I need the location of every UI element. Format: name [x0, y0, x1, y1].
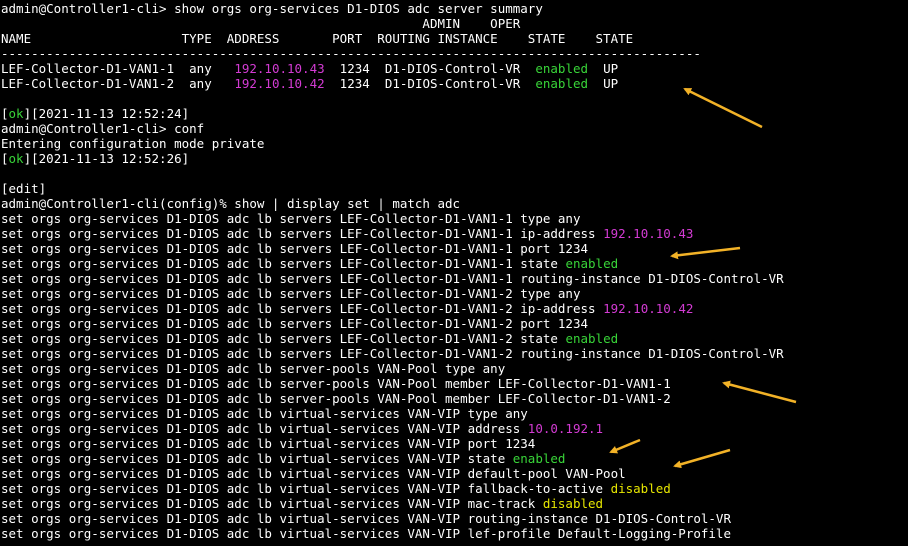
set-line: set orgs org-services D1-DIOS adc lb vir…: [1, 421, 908, 436]
set-line-value: disabled: [542, 496, 604, 511]
summary-row: LEF-Collector-D1-VAN1-1 any 192.10.10.43…: [1, 61, 908, 76]
set-line: set orgs org-services D1-DIOS adc lb ser…: [1, 286, 908, 301]
summary-header-1: ADMIN OPER: [1, 16, 521, 31]
bracket: [: [1, 151, 9, 166]
row-name: LEF-Collector-D1-VAN1-1: [1, 61, 190, 76]
set-line-text: set orgs org-services D1-DIOS adc lb vir…: [1, 526, 731, 541]
summary-row: LEF-Collector-D1-VAN1-2 any 192.10.10.42…: [1, 76, 908, 91]
row-address: 192.10.10.42: [234, 76, 325, 91]
set-line-text: set orgs org-services D1-DIOS adc lb vir…: [1, 466, 626, 481]
set-line: set orgs org-services D1-DIOS adc lb ser…: [1, 241, 908, 256]
set-line-text: set orgs org-services D1-DIOS adc lb vir…: [1, 436, 536, 451]
set-line: set orgs org-services D1-DIOS adc lb ser…: [1, 226, 908, 241]
summary-header-2: NAME TYPE ADDRESS PORT ROUTING INSTANCE …: [1, 31, 634, 46]
set-line: set orgs org-services D1-DIOS adc lb ser…: [1, 391, 908, 406]
match-command: admin@Controller1-cli(config)% show | di…: [1, 196, 461, 211]
set-line: set orgs org-services D1-DIOS adc lb ser…: [1, 301, 908, 316]
set-line: set orgs org-services D1-DIOS adc lb vir…: [1, 406, 908, 421]
row-oper-state: UP: [588, 61, 619, 76]
summary-command: admin@Controller1-cli> show orgs org-ser…: [1, 1, 543, 16]
set-line: set orgs org-services D1-DIOS adc lb ser…: [1, 361, 908, 376]
set-line-value: disabled: [610, 481, 671, 496]
set-line-text: set orgs org-services D1-DIOS adc lb ser…: [1, 286, 581, 301]
set-line: set orgs org-services D1-DIOS adc lb ser…: [1, 376, 908, 391]
terminal-window[interactable]: admin@Controller1-cli> show orgs org-ser…: [0, 0, 908, 546]
set-line-text: set orgs org-services D1-DIOS adc lb ser…: [1, 331, 566, 346]
set-line: set orgs org-services D1-DIOS adc lb vir…: [1, 436, 908, 451]
set-line-text: set orgs org-services D1-DIOS adc lb vir…: [1, 496, 543, 511]
row-port: 1234: [324, 76, 385, 91]
ok-timestamp-line: [ok][2021-11-13 12:52:26]: [1, 151, 908, 166]
set-line: set orgs org-services D1-DIOS adc lb vir…: [1, 511, 908, 526]
set-lines-output: set orgs org-services D1-DIOS adc lb ser…: [1, 211, 908, 541]
set-line: set orgs org-services D1-DIOS adc lb ser…: [1, 346, 908, 361]
set-line-text: set orgs org-services D1-DIOS adc lb vir…: [1, 511, 731, 526]
set-line: set orgs org-services D1-DIOS adc lb ser…: [1, 316, 908, 331]
set-line: set orgs org-services D1-DIOS adc lb vir…: [1, 526, 908, 541]
set-line-value: enabled: [565, 331, 619, 346]
set-line-text: set orgs org-services D1-DIOS adc lb ser…: [1, 271, 784, 286]
set-line-text: set orgs org-services D1-DIOS adc lb ser…: [1, 301, 604, 316]
row-admin-state: enabled: [535, 61, 589, 76]
ok-status: ok: [8, 151, 24, 166]
row-routing-instance: D1-DIOS-Control-VR: [384, 76, 536, 91]
set-line-text: set orgs org-services D1-DIOS adc lb ser…: [1, 346, 784, 361]
ok-status: ok: [8, 106, 24, 121]
set-line: set orgs org-services D1-DIOS adc lb ser…: [1, 211, 908, 226]
set-line: set orgs org-services D1-DIOS adc lb vir…: [1, 496, 908, 511]
bracket: [: [1, 106, 9, 121]
edit-context: [edit]: [1, 181, 47, 196]
set-line-value: enabled: [565, 256, 619, 271]
conf-command: admin@Controller1-cli> conf: [1, 121, 205, 136]
summary-separator: ----------------------------------------…: [1, 46, 701, 61]
set-line: set orgs org-services D1-DIOS adc lb vir…: [1, 466, 908, 481]
set-line-text: set orgs org-services D1-DIOS adc lb ser…: [1, 211, 581, 226]
ok-timestamp-line: [ok][2021-11-13 12:52:24]: [1, 106, 908, 121]
row-admin-state: enabled: [535, 76, 589, 91]
set-line-text: set orgs org-services D1-DIOS adc lb ser…: [1, 376, 671, 391]
row-name: LEF-Collector-D1-VAN1-2: [1, 76, 190, 91]
set-line-text: set orgs org-services D1-DIOS adc lb ser…: [1, 361, 506, 376]
set-line: set orgs org-services D1-DIOS adc lb ser…: [1, 331, 908, 346]
set-line-text: set orgs org-services D1-DIOS adc lb ser…: [1, 391, 671, 406]
set-line-value: 10.0.192.1: [527, 421, 604, 436]
set-line-value: 192.10.10.43: [603, 226, 694, 241]
row-oper-state: UP: [588, 76, 619, 91]
set-line-value: 192.10.10.42: [603, 301, 694, 316]
timestamp: ][2021-11-13 12:52:26]: [23, 151, 190, 166]
row-address: 192.10.10.43: [234, 61, 325, 76]
row-routing-instance: D1-DIOS-Control-VR: [384, 61, 536, 76]
set-line-text: set orgs org-services D1-DIOS adc lb vir…: [1, 421, 528, 436]
timestamp: ][2021-11-13 12:52:24]: [23, 106, 190, 121]
set-line: set orgs org-services D1-DIOS adc lb ser…: [1, 256, 908, 271]
set-line: set orgs org-services D1-DIOS adc lb vir…: [1, 481, 908, 496]
row-type: any: [189, 61, 235, 76]
set-line-text: set orgs org-services D1-DIOS adc lb ser…: [1, 226, 604, 241]
row-port: 1234: [324, 61, 385, 76]
set-line-text: set orgs org-services D1-DIOS adc lb ser…: [1, 241, 588, 256]
set-line-text: set orgs org-services D1-DIOS adc lb vir…: [1, 451, 513, 466]
entering-config-message: Entering configuration mode private: [1, 136, 265, 151]
row-type: any: [189, 76, 235, 91]
set-line-text: set orgs org-services D1-DIOS adc lb vir…: [1, 481, 611, 496]
set-line-text: set orgs org-services D1-DIOS adc lb ser…: [1, 316, 588, 331]
set-line: set orgs org-services D1-DIOS adc lb vir…: [1, 451, 908, 466]
set-line-value: enabled: [512, 451, 566, 466]
set-line-text: set orgs org-services D1-DIOS adc lb vir…: [1, 406, 528, 421]
set-line-text: set orgs org-services D1-DIOS adc lb ser…: [1, 256, 566, 271]
set-line: set orgs org-services D1-DIOS adc lb ser…: [1, 271, 908, 286]
